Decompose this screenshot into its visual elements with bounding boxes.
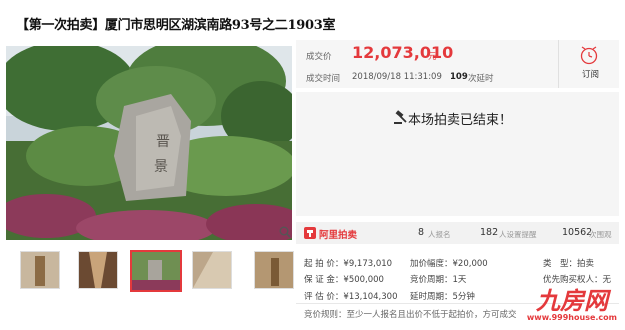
signup-count: 8 xyxy=(418,227,425,238)
increment-row: 加价幅度：¥20,000 xyxy=(410,257,488,269)
subscribe-label: 订阅 xyxy=(582,70,600,80)
increment-label: 加价幅度： xyxy=(410,259,453,269)
start-price-row: 起 拍 价：¥9,173,010 xyxy=(304,257,392,269)
signup-label: 人报名 xyxy=(428,230,451,239)
type-value: 拍卖 xyxy=(577,259,595,269)
appraisal-value: ¥13,104,300 xyxy=(343,292,398,302)
cycle-label: 竞价周期： xyxy=(410,275,453,285)
price-panel: 成交价 12,073,010 元 成交时间 2018/09/18 11:31:0… xyxy=(296,40,619,88)
page-title: 【第一次拍卖】厦门市思明区湖滨南路93号之二1903室 xyxy=(16,18,336,33)
panel-divider xyxy=(558,40,559,88)
thumbnail-1[interactable] xyxy=(20,251,60,289)
priority-value: 无 xyxy=(602,275,612,285)
start-price-label: 起 拍 价： xyxy=(304,259,344,269)
price-unit: 元 xyxy=(428,52,437,62)
price-label: 成交价 xyxy=(306,52,332,62)
delay-label: 延时周期： xyxy=(410,292,453,302)
thumbnail-4[interactable] xyxy=(192,251,232,289)
priority-row: 优先购买权人：无 xyxy=(543,273,611,285)
watermark-logo: 九房网 xyxy=(535,286,608,315)
cycle-value: 1天 xyxy=(452,275,467,285)
stats-bar: 阿里拍卖 8 人报名 182 人设置提醒 10562 次围观 xyxy=(296,222,619,244)
auction-status-panel: 本场拍卖已结束！ xyxy=(296,92,619,216)
thumbnail-2[interactable] xyxy=(78,251,118,289)
deal-time-value: 2018/09/18 11:31:09 xyxy=(352,72,442,82)
delay-suffix: 次延时 xyxy=(468,74,494,84)
start-price-value: ¥9,173,010 xyxy=(343,259,393,269)
priority-label: 优先购买权人： xyxy=(543,275,603,285)
deal-time-label: 成交时间 xyxy=(306,74,341,84)
auction-ended-text: 本场拍卖已结束！ xyxy=(408,113,513,128)
svg-text:晋: 晋 xyxy=(156,134,170,150)
ali-auction-logo-icon xyxy=(304,227,316,239)
thumbnail-5[interactable] xyxy=(254,251,294,289)
gavel-icon xyxy=(394,110,407,124)
appraisal-row: 评 估 价：¥13,104,300 xyxy=(304,290,397,302)
reminder-count: 182 xyxy=(480,227,499,238)
delay-row: 延时周期：5分钟 xyxy=(410,290,475,302)
svg-text:景: 景 xyxy=(154,159,168,175)
thumbnail-3[interactable] xyxy=(130,250,182,292)
alarm-clock-icon xyxy=(580,46,598,65)
deposit-row: 保 证 金：¥500,000 xyxy=(304,273,384,285)
view-count: 10562 xyxy=(562,227,593,238)
reminder-label: 人设置提醒 xyxy=(499,230,537,239)
delay-count: 109 xyxy=(450,72,468,82)
brand-label: 阿里拍卖 xyxy=(319,230,358,241)
type-row: 类 型：拍卖 xyxy=(543,257,594,269)
type-label: 类 型： xyxy=(543,259,578,269)
deposit-label: 保 证 金： xyxy=(304,275,344,285)
delay-value: 5分钟 xyxy=(452,292,475,302)
increment-value: ¥20,000 xyxy=(452,259,488,269)
subscribe-button[interactable]: 订阅 xyxy=(576,44,602,84)
watermark-url: www.999house.com xyxy=(526,313,617,322)
appraisal-label: 评 估 价： xyxy=(304,292,344,302)
rule-row: 竞价规则：至少一人报名且出价不低于起拍价，方可成交 xyxy=(304,308,517,320)
cycle-row: 竞价周期：1天 xyxy=(410,273,466,285)
view-label: 次围观 xyxy=(589,230,612,239)
deal-price: 12,073,010 xyxy=(352,43,454,62)
property-photo: 晋 景 xyxy=(6,46,292,240)
main-photo[interactable]: 晋 景 xyxy=(6,46,292,240)
deposit-value: ¥500,000 xyxy=(343,275,384,285)
rule-value: 至少一人报名且出价不低于起拍价，方可成交 xyxy=(346,310,517,320)
rule-label: 竞价规则： xyxy=(304,310,347,320)
thumbnail-strip xyxy=(8,250,294,292)
zoom-icon[interactable] xyxy=(279,226,291,238)
watermark: 九房网 www.999house.com xyxy=(526,286,617,323)
